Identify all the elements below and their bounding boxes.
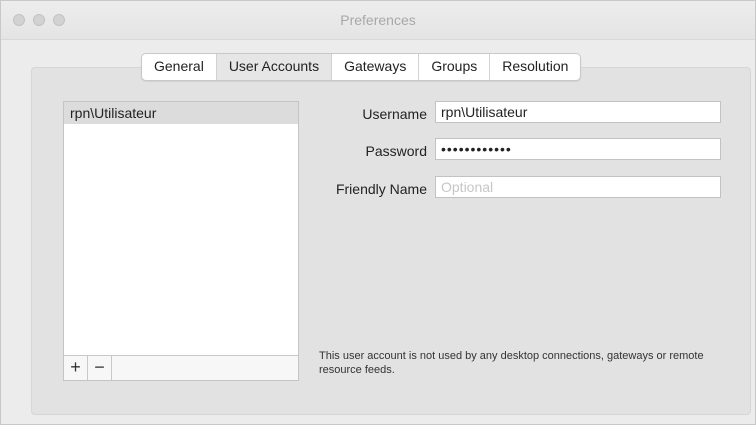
tab-bar: General User Accounts Gateways Groups Re… (141, 53, 582, 81)
friendly-name-label: Friendly Name (335, 181, 427, 197)
tab-resolution[interactable]: Resolution (490, 54, 580, 80)
tab-gateways[interactable]: Gateways (332, 54, 420, 80)
title-bar: Preferences (1, 1, 755, 40)
list-item[interactable]: rpn\Utilisateur (64, 102, 298, 124)
window-title: Preferences (340, 12, 416, 28)
username-field[interactable]: rpn\Utilisateur (435, 101, 721, 123)
add-account-button[interactable]: + (64, 356, 88, 380)
preferences-window: Preferences General User Accounts Gatewa… (0, 0, 756, 425)
username-label: Username (362, 106, 427, 122)
password-field[interactable]: •••••••••••• (435, 138, 721, 160)
password-label: Password (365, 143, 427, 159)
user-accounts-list[interactable]: rpn\Utilisateur + − (63, 101, 299, 381)
tab-groups[interactable]: Groups (419, 54, 491, 80)
tab-general[interactable]: General (142, 54, 217, 80)
account-usage-note: This user account is not used by any des… (319, 350, 704, 376)
friendly-name-field[interactable]: Optional (435, 176, 721, 198)
remove-account-button[interactable]: − (88, 356, 112, 380)
list-footer: + − (64, 355, 298, 380)
tab-user-accounts[interactable]: User Accounts (216, 54, 333, 80)
